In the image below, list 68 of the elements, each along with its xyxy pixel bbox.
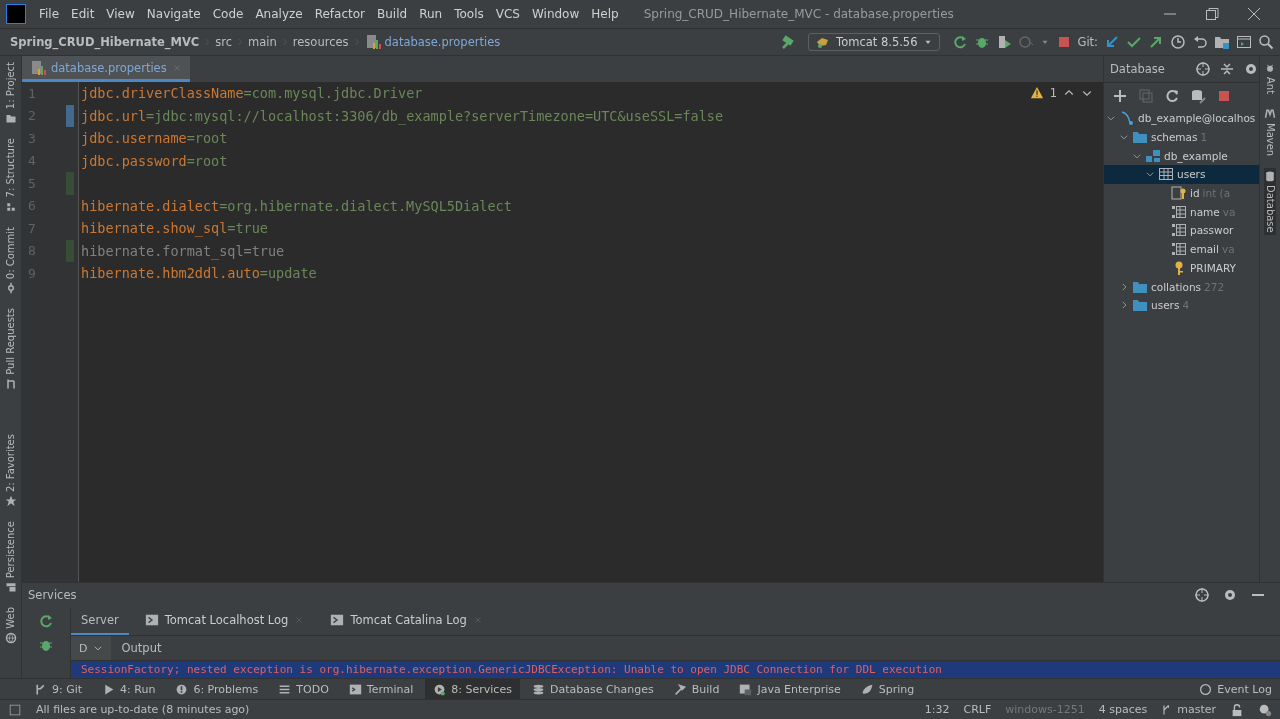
panel-title: Services xyxy=(28,588,78,602)
git-branch[interactable]: master xyxy=(1177,703,1216,716)
tool-window-tab[interactable]: Pull Requests xyxy=(4,305,17,392)
tool-window-tab[interactable]: 0: Commit xyxy=(4,224,17,296)
log-tab[interactable]: Tomcat Catalina Log xyxy=(320,607,493,635)
tree-item[interactable]: passwor xyxy=(1104,221,1259,240)
tool-window-tab[interactable]: Web xyxy=(4,604,17,646)
menu-item[interactable]: Build xyxy=(372,5,413,23)
tree-item[interactable]: PRIMARY xyxy=(1104,258,1259,278)
line-separator[interactable]: CRLF xyxy=(963,703,992,716)
tool-window-button[interactable]: 9: Git xyxy=(26,679,91,699)
menu-item[interactable]: Analyze xyxy=(250,5,308,23)
panel-title: Database xyxy=(1110,62,1166,76)
warning-count[interactable]: 1 xyxy=(1049,86,1057,100)
git-label: Git: xyxy=(1077,35,1098,49)
tool-window-button[interactable]: Terminal xyxy=(340,679,422,699)
indent-setting[interactable]: 4 spaces xyxy=(1098,703,1148,716)
menu-item[interactable]: Refactor xyxy=(309,5,371,23)
status-message: All files are up-to-date (8 minutes ago) xyxy=(36,703,251,716)
code-line: hibernate.format_sql=true xyxy=(81,241,285,262)
tool-window-tab[interactable]: Maven xyxy=(1264,106,1276,159)
code-line: jdbc.username=root xyxy=(81,129,228,149)
run-config-dropdown[interactable]: Tomcat 8.5.56 xyxy=(808,33,940,51)
menu-item[interactable]: Help xyxy=(586,5,624,23)
code-line: hibernate.show_sql=true xyxy=(81,219,268,239)
tool-window-button[interactable]: 6: Problems xyxy=(167,679,267,699)
breadcrumb[interactable]: main xyxy=(248,35,277,49)
window-title: Spring_CRUD_Hibernate_MVC - database.properties xyxy=(643,7,955,21)
menu-item[interactable]: File xyxy=(34,5,65,23)
menu-item[interactable]: View xyxy=(101,5,140,23)
menu-item[interactable]: Run xyxy=(414,5,448,23)
tool-window-button[interactable]: 4: Run xyxy=(94,679,164,699)
log-tab[interactable]: Tomcat Localhost Log xyxy=(134,607,315,635)
tool-window-tab[interactable]: 2: Favorites xyxy=(4,431,17,509)
tree-item[interactable]: db_example@localhos xyxy=(1104,109,1259,128)
menu-item[interactable]: Tools xyxy=(449,5,489,23)
menu-item[interactable]: VCS xyxy=(490,5,525,23)
tool-window-tab[interactable]: 7: Structure xyxy=(4,136,17,215)
breadcrumb[interactable]: Spring_CRUD_Hibernate_MVC xyxy=(10,35,200,49)
tool-window-button[interactable]: TODO xyxy=(270,679,337,699)
menu-item[interactable]: Navigate xyxy=(141,5,206,23)
output-label: Output xyxy=(121,641,162,655)
code-line: hibernate.hbm2ddl.auto=update xyxy=(81,264,317,284)
menu-item[interactable]: Edit xyxy=(66,5,100,23)
tool-window-tab[interactable]: 1: Project xyxy=(4,60,17,127)
breadcrumb[interactable]: src xyxy=(215,35,233,49)
tool-window-button[interactable]: Database Changes xyxy=(523,679,662,699)
editor-tab[interactable]: database.properties xyxy=(22,56,190,82)
tool-window-button[interactable]: 8: Services xyxy=(425,679,520,699)
code-line: hibernate.dialect=org.hibernate.dialect.MySQL5Dialect xyxy=(81,196,512,216)
menu-item[interactable]: Window xyxy=(526,5,585,23)
breadcrumb[interactable]: database.properties xyxy=(384,35,501,49)
event-log-button[interactable]: Event Log xyxy=(1191,679,1280,699)
tool-window-button[interactable]: Spring xyxy=(852,679,923,699)
code-line: jdbc.password=root xyxy=(81,151,228,171)
tree-item[interactable]: db_example xyxy=(1104,146,1259,166)
tool-window-tab[interactable]: Persistence xyxy=(4,518,17,595)
cursor-position[interactable]: 1:32 xyxy=(924,703,950,716)
code-line: jdbc.url=jdbc:mysql://localhost:3306/db_example?serverTimezone=UTC&useSSL=false xyxy=(81,106,724,127)
view-dropdown[interactable]: D xyxy=(71,636,112,660)
breadcrumb[interactable]: resources xyxy=(292,35,349,49)
tool-window-button[interactable]: Build xyxy=(665,679,728,699)
tool-window-button[interactable]: Java Enterprise xyxy=(731,679,849,699)
menu-item[interactable]: Code xyxy=(207,5,249,23)
tree-item[interactable]: users xyxy=(1104,165,1259,184)
code-line: jdbc.driverClassName=com.mysql.jdbc.Driver xyxy=(81,84,423,104)
tool-window-tab[interactable]: Database xyxy=(1264,168,1276,235)
tool-window-tab[interactable]: Ant xyxy=(1264,60,1276,97)
